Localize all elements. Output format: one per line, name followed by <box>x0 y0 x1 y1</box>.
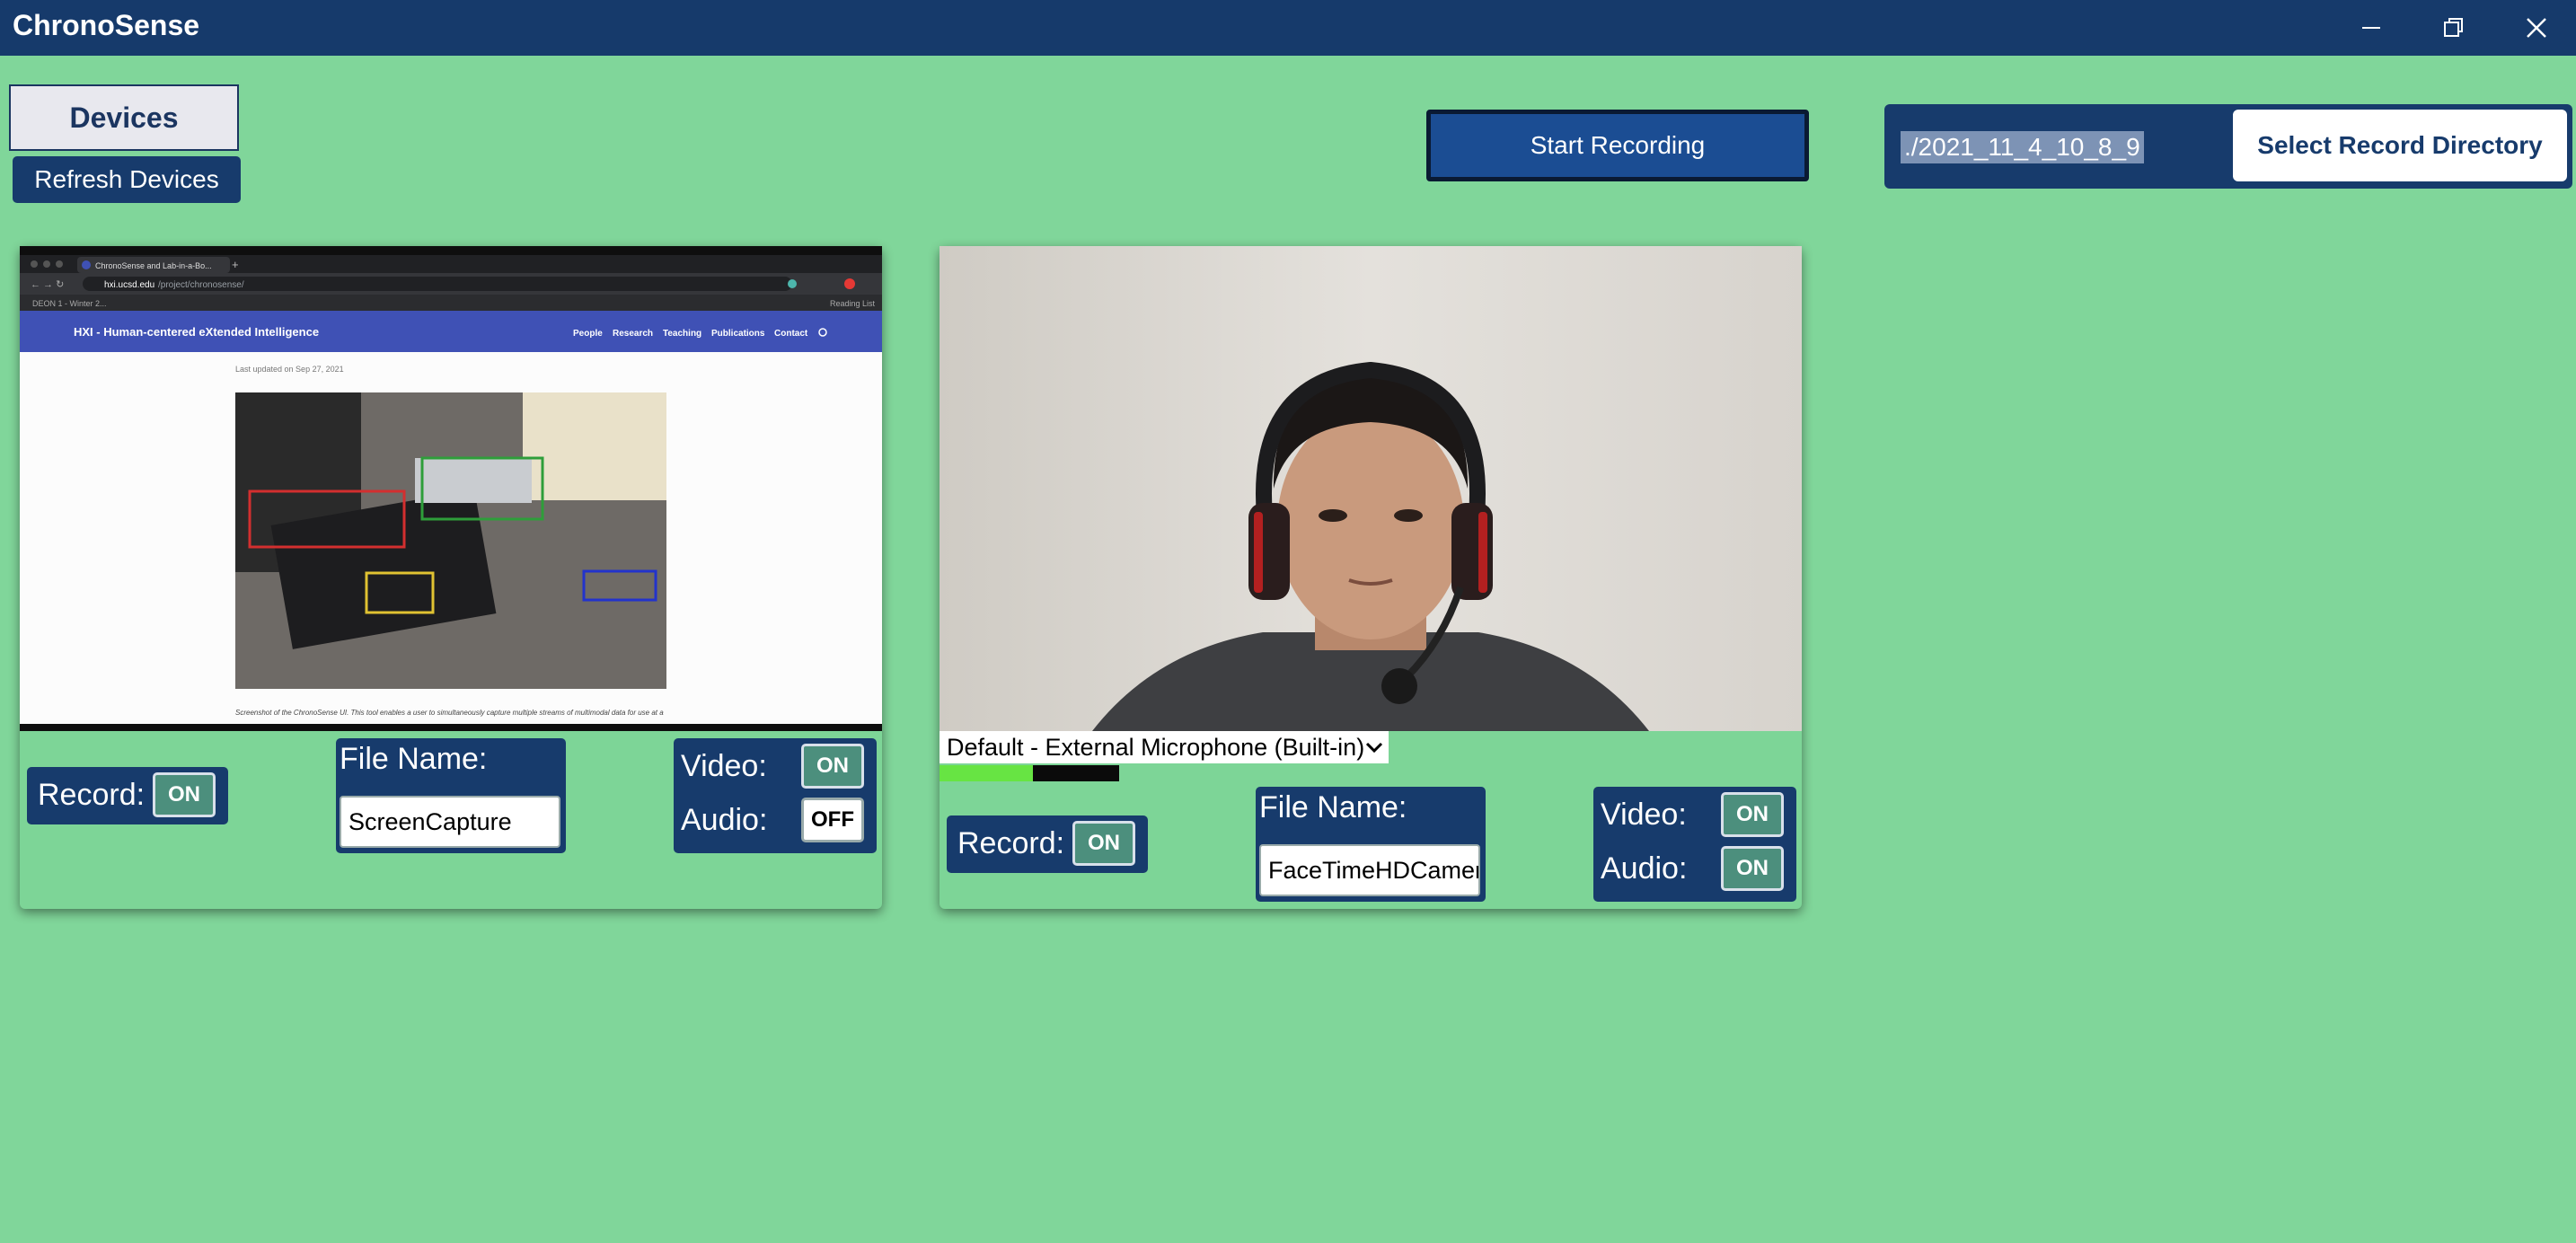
record-label: Record: <box>38 778 146 812</box>
record-control: Record: ON <box>947 815 1148 873</box>
screenshot-caption: Screenshot of the ChronoSense UI. This t… <box>235 709 664 717</box>
last-updated: Last updated on Sep 27, 2021 <box>235 365 344 374</box>
camera-feed <box>940 246 1802 731</box>
refresh-devices-button[interactable]: Refresh Devices <box>13 156 241 203</box>
site-nav-research: Research <box>613 329 653 339</box>
video-toggle[interactable]: ON <box>801 744 864 789</box>
media-toggles-panel: Video: ON Audio: ON <box>1593 787 1796 902</box>
site-nav-publications: Publications <box>711 329 765 339</box>
file-name-label: File Name: <box>340 742 488 776</box>
bookmark-item: DEON 1 - Winter 2... <box>32 299 107 308</box>
browser-tab-title: ChronoSense and Lab-in-a-Bo... <box>95 261 212 270</box>
record-directory-panel: ./2021_11_4_10_8_9 Select Record Directo… <box>1884 104 2572 189</box>
svg-text:← → ↻: ← → ↻ <box>31 279 64 290</box>
devices-button[interactable]: Devices <box>9 84 239 151</box>
record-toggle[interactable]: ON <box>153 772 216 817</box>
start-recording-button[interactable]: Start Recording <box>1426 110 1809 181</box>
microphone-select[interactable]: Default - External Microphone (Built-in) <box>940 731 1389 763</box>
audio-label: Audio: <box>1601 851 1688 886</box>
record-control: Record: ON <box>27 767 228 824</box>
reading-list: Reading List <box>830 299 876 308</box>
video-label: Video: <box>681 749 767 783</box>
record-directory-field[interactable]: ./2021_11_4_10_8_9 <box>1901 131 2144 163</box>
file-name-input[interactable]: ScreenCapture <box>340 796 560 848</box>
url-domain: hxi.ucsd.edu <box>104 280 154 290</box>
file-name-input[interactable]: FaceTimeHDCamera <box>1259 844 1480 896</box>
site-nav-contact: Contact <box>774 329 808 339</box>
audio-label: Audio: <box>681 803 768 837</box>
svg-text:+: + <box>232 258 239 271</box>
record-label: Record: <box>957 826 1065 860</box>
audio-level-fill <box>940 765 1033 781</box>
file-name-panel: File Name: FaceTimeHDCamera <box>1256 787 1486 902</box>
title-bar: ChronoSense <box>0 0 2576 56</box>
audio-toggle[interactable]: ON <box>1721 846 1784 891</box>
screen-capture-preview: ChronoSense and Lab-in-a-Bo... + ← → ↻ h… <box>20 246 882 731</box>
media-toggles-panel: Video: ON Audio: OFF <box>674 738 877 853</box>
record-toggle[interactable]: ON <box>1072 821 1135 866</box>
device-card-screen: ChronoSense and Lab-in-a-Bo... + ← → ↻ h… <box>20 246 882 909</box>
url-path: /project/chronosense/ <box>158 280 244 290</box>
site-nav-people: People <box>573 329 603 339</box>
select-record-directory-button[interactable]: Select Record Directory <box>2233 110 2567 181</box>
device-card-camera: Default - External Microphone (Built-in)… <box>940 246 1802 909</box>
screen-preview: ChronoSense and Lab-in-a-Bo... + ← → ↻ h… <box>20 246 882 731</box>
camera-preview <box>940 246 1802 731</box>
minimize-icon[interactable] <box>2353 13 2389 43</box>
video-toggle[interactable]: ON <box>1721 792 1784 837</box>
file-name-panel: File Name: ScreenCapture <box>336 738 566 853</box>
file-name-label: File Name: <box>1259 790 1407 824</box>
site-title: HXI - Human-centered eXtended Intelligen… <box>74 325 319 339</box>
app-title: ChronoSense <box>13 9 200 41</box>
audio-toggle[interactable]: OFF <box>801 798 864 842</box>
microphone-select-value: Default - External Microphone (Built-in) <box>947 734 1365 761</box>
video-label: Video: <box>1601 798 1687 832</box>
restore-icon[interactable] <box>2436 13 2472 43</box>
audio-level-meter <box>940 765 1119 781</box>
site-nav-teaching: Teaching <box>663 329 701 339</box>
close-icon[interactable] <box>2519 13 2554 43</box>
chevron-down-icon <box>1365 742 1383 754</box>
